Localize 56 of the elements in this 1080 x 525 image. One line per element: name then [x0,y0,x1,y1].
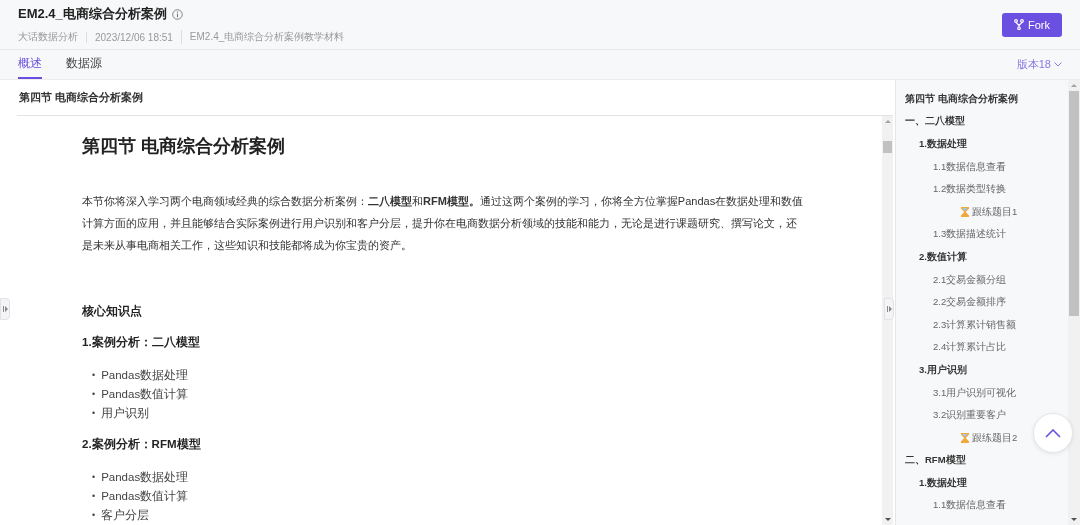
bullet-item: Pandas数据处理 [101,368,189,383]
toc-link[interactable]: 1.数据处理 [919,476,967,490]
version-dropdown[interactable]: 版本18 [1016,50,1062,79]
arrow-right-icon [886,306,892,312]
bullet-item: Pandas数值计算 [101,489,189,504]
fork-button[interactable]: Fork [1002,12,1062,37]
expand-handle[interactable] [0,298,10,320]
bullet-marker: • [92,471,96,484]
scrollbar[interactable] [882,116,893,525]
toc-link[interactable]: 2.3计算累计销售额 [933,318,1017,332]
toc-link[interactable]: 1.1数据信息查看 [933,160,1007,174]
toc-link[interactable]: 跟练题目2 [972,431,1018,445]
toc-link[interactable]: 二、RFM模型 [905,454,966,468]
toc-link[interactable]: 跟练题目1 [972,205,1018,219]
page-title: EM2.4_电商综合分析案例 [18,5,167,23]
case-heading: 2.案例分析：RFM模型 [82,437,202,452]
fork-icon [1014,19,1024,30]
toc-link[interactable]: 2.1交易金额分组 [933,273,1007,287]
toc-link[interactable]: 2.4计算累计占比 [933,341,1007,355]
arrow-right-icon [2,306,8,312]
toc-link[interactable]: 1.数据处理 [919,138,967,151]
toc-link[interactable]: 1.2数据类型转换 [933,183,1007,197]
bullet-marker: • [92,369,96,382]
hourglass-icon [961,433,969,444]
info-icon[interactable] [171,8,183,20]
case-heading: 1.案例分析：二八模型 [82,335,201,350]
chevron-down-icon [1054,62,1062,67]
section-heading: 核心知识点 [82,304,143,319]
meta-text: EM2.4_电商综合分析案例教学材料 [180,30,353,44]
bullet-marker: • [92,490,96,503]
hourglass-icon [961,207,969,218]
toc-link[interactable]: 1.3数据描述统计 [933,228,1007,242]
toc-link[interactable]: 2.2交易金额排序 [933,296,1007,310]
scrollbar[interactable] [1068,80,1080,525]
panel-title: 第四节 电商综合分析案例 [18,90,145,105]
bullet-marker: • [92,509,96,522]
chevron-up-icon [1045,428,1061,438]
intro-paragraph: 本节你将深入学习两个电商领域经典的综合数据分析案例：二八模型和RFM模型。通过这两个案例的学习，你将全方位掌握Pandas在数据处理和数值计算方面的应用，并且能够结合实际案例进行用户识别和客户分层，提升你在电商数据分析领域的技能和能力，无论是进行课题研究、撰写论文，还是未来从事电商相关工作，这些知识和技能都将成为你宝贵的资产。 [82,194,804,253]
bullet-item: Pandas数据处理 [101,470,189,485]
toc-link[interactable]: 1.1数据信息查看 [933,499,1007,513]
toc-link[interactable]: 3.2识别重要客户 [933,409,1007,423]
meta-text: 2023/12/06 18:51 [86,31,181,43]
tab[interactable]: 数据源 [66,50,102,79]
toc-title[interactable]: 第四节 电商综合分析案例 [905,92,1018,106]
bullet-item: Pandas数值计算 [101,387,189,402]
toc-link[interactable]: 一、二八模型 [905,115,965,129]
bullet-marker: • [92,388,96,401]
document-title: 第四节 电商综合分析案例 [82,135,286,158]
meta-text: 大话数据分析 [18,30,79,44]
expand-handle[interactable] [884,298,894,320]
toc-link[interactable]: 2.数值计算 [919,250,967,264]
bullet-item: 客户分层 [101,508,150,523]
toc-link[interactable]: 3.用户识别 [919,363,967,377]
toc-link[interactable]: 3.1用户识别可视化 [933,386,1017,400]
bullet-item: 用户识别 [101,406,150,421]
bullet-marker: • [92,407,96,420]
